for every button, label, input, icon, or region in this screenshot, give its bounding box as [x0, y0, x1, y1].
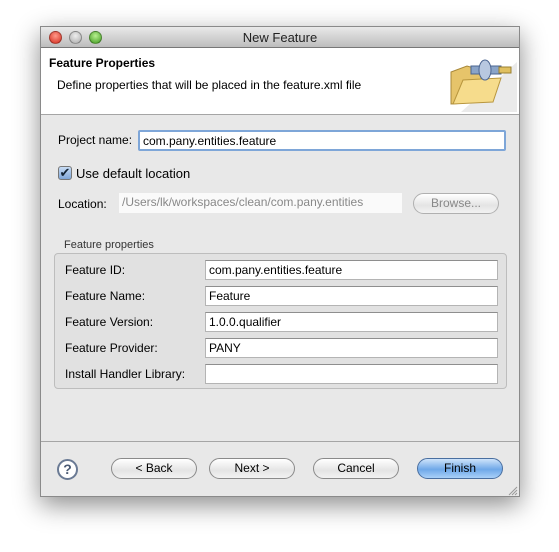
use-default-location-checkbox[interactable]: ✔ [58, 166, 72, 180]
location-input: /Users/lk/workspaces/clean/com.pany.enti… [119, 193, 402, 213]
button-bar-separator [41, 441, 519, 442]
project-name-label: Project name: [58, 133, 133, 147]
feature-id-label: Feature ID: [65, 263, 126, 277]
feature-name-label: Feature Name: [65, 289, 146, 303]
feature-name-input[interactable]: Feature [205, 286, 498, 306]
cancel-button[interactable]: Cancel [313, 458, 399, 479]
page-description: Define properties that will be placed in… [57, 78, 362, 92]
zoom-button[interactable] [89, 31, 102, 44]
browse-button[interactable]: Browse... [413, 193, 499, 214]
window-title: New Feature [242, 30, 318, 45]
page-title: Feature Properties [49, 56, 156, 70]
close-button[interactable] [49, 31, 62, 44]
minimize-button[interactable] [69, 31, 82, 44]
use-default-location-label: Use default location [76, 166, 191, 181]
feature-version-label: Feature Version: [65, 315, 154, 329]
feature-id-input[interactable]: com.pany.entities.feature [205, 260, 498, 280]
new-feature-dialog: New Feature Feature Properties Define pr… [40, 26, 520, 497]
project-name-input[interactable]: com.pany.entities.feature [138, 130, 506, 151]
feature-provider-input[interactable]: PANY [205, 338, 498, 358]
location-label: Location: [58, 197, 107, 211]
folder-plugin-icon [450, 59, 517, 112]
finish-button[interactable]: Finish [417, 458, 503, 479]
feature-properties-group-title: Feature properties [64, 239, 154, 251]
title-bar: New Feature [41, 27, 519, 48]
resize-grip-icon[interactable] [507, 485, 518, 496]
back-button[interactable]: < Back [111, 458, 197, 479]
next-button[interactable]: Next > [209, 458, 295, 479]
wizard-header: Feature Properties Define properties tha… [41, 48, 519, 115]
help-icon[interactable]: ? [57, 459, 78, 480]
install-handler-library-input[interactable] [205, 364, 498, 384]
feature-provider-label: Feature Provider: [65, 341, 158, 355]
install-handler-library-label: Install Handler Library: [65, 367, 186, 381]
feature-version-input[interactable]: 1.0.0.qualifier [205, 312, 498, 332]
